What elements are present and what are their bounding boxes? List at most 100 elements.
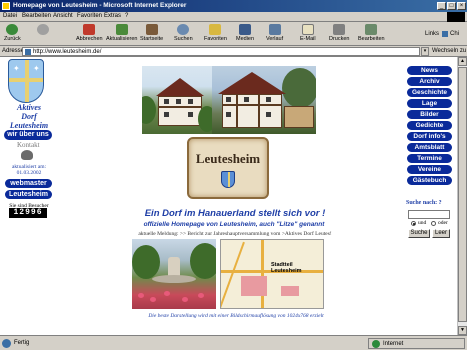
nav-bilder[interactable]: Bilder [407,110,452,119]
scroll-thumb[interactable] [458,67,467,322]
map-label-2: Leutesheim [271,268,302,274]
search-or-label: oder [438,220,448,226]
print-icon [333,24,346,35]
coat-of-arms-icon: ✦ ✦ [8,59,44,103]
search-icon [177,24,190,35]
visitor-counter: 12996 [9,208,47,218]
media-button[interactable]: Medien [236,24,254,42]
back-arrow-icon [6,24,19,35]
nav-termine[interactable]: Termine [407,154,452,163]
scroll-up-icon[interactable]: ▲ [458,57,467,66]
search-and-label: und [418,220,427,226]
mail-icon [301,24,314,35]
page-headline: Ein Dorf im Hanauerland stellt sich vor … [144,208,326,219]
menu-bar: Datei Bearbeiten Ansicht Favoriten Extra… [0,12,467,22]
back-button[interactable]: Zurück [4,24,21,42]
globe-icon [372,340,380,348]
nav-news[interactable]: News [407,66,452,75]
contact-link[interactable]: Kontakt [17,141,40,149]
go-button[interactable]: Wechseln zu [432,48,466,54]
village-sign-text: Leutesheim [195,151,261,166]
scroll-down-icon[interactable]: ▼ [458,326,467,335]
menu-favoriten[interactable]: Favoriten [77,13,102,19]
stop-icon [83,24,96,35]
village-house-photo [142,66,212,134]
search-input[interactable] [408,210,450,219]
edit-icon [365,24,378,35]
page-content: ✦ ✦ Aktives Dorf Leutesheim wir über uns… [0,57,457,335]
menu-bearbeiten[interactable]: Bearbeiten [22,13,51,19]
favorites-button[interactable]: Favoriten [204,24,227,42]
minimize-button[interactable]: _ [437,2,446,10]
close-button[interactable]: × [457,2,466,10]
mail-button[interactable]: E-Mail [300,24,316,42]
favorites-icon [209,24,222,35]
news-ticker-link[interactable]: aktuelle Meldung: >> Bericht zur Jahresh… [130,231,340,237]
address-bar: Adresse http://www.leutesheim.de/ ▾ Wech… [0,46,467,57]
links-extra[interactable]: Chi [450,31,459,37]
stop-button[interactable]: Abbrechen [76,24,103,42]
nav-lage[interactable]: Lage [407,99,452,108]
nav-dorf-infos[interactable]: Dorf info's [407,132,452,141]
refresh-icon [115,24,128,35]
ie-link-icon [442,31,448,37]
village-sign-image: Leutesheim [187,137,269,199]
links-label[interactable]: Links [425,31,439,37]
site-title-line1: Aktives [17,103,41,112]
menu-help[interactable]: ? [125,13,128,19]
webmaster-button[interactable]: webmaster [5,179,52,188]
page-subheadline: offizielle Homepage von Leutesheim, auch… [143,221,325,228]
half-timbered-house-photo [212,66,316,134]
security-zone: Internet [368,338,465,349]
forward-arrow-icon [37,24,49,35]
ie-status-icon [2,339,11,348]
coat-of-arms-icon [221,171,235,188]
nav-gaestebuch[interactable]: Gästebuch [407,176,452,185]
search-button[interactable]: Suchen [174,24,193,42]
home-button[interactable]: Startseite [140,24,163,42]
status-bar: Fertig Internet [0,335,467,350]
search-title: Suche nach: ? [406,200,442,206]
window-titlebar: Homepage von Leutesheim - Microsoft Inte… [0,0,467,12]
maximize-button[interactable]: □ [447,2,456,10]
forward-button[interactable] [37,24,49,36]
address-url: http://www.leutesheim.de/ [33,49,102,55]
leutesheim-button[interactable]: Leutesheim [5,190,52,199]
history-button[interactable]: Verlauf [266,24,283,42]
address-input[interactable]: http://www.leutesheim.de/ [22,47,420,56]
print-button[interactable]: Drucken [329,24,349,42]
menu-ansicht[interactable]: Ansicht [53,13,73,19]
vertical-scrollbar[interactable]: ▲ ▼ [457,57,467,335]
nav-vereine[interactable]: Vereine [407,165,452,174]
home-icon [145,24,158,35]
resolution-hint: Die beste Darstellung wird mit einer Bil… [148,313,324,319]
nav-gedichte[interactable]: Gedichte [407,121,452,130]
page-icon [25,49,31,55]
nav-archiv[interactable]: Archiv [407,77,452,86]
window-title: Homepage von Leutesheim - Microsoft Inte… [13,2,187,9]
search-clear-button[interactable]: Leer [432,229,450,238]
contact-icon[interactable] [21,150,33,160]
fountain-photo [132,239,216,309]
search-and-radio[interactable] [411,221,416,226]
search-or-radio[interactable] [431,221,436,226]
nav-amtsblatt[interactable]: Amtsblatt [407,143,452,152]
history-icon [268,24,281,35]
edit-button[interactable]: Bearbeiten [358,24,385,42]
address-dropdown-icon[interactable]: ▾ [421,47,429,56]
site-title-line2: Dorf [21,112,37,121]
about-us-button[interactable]: wir über uns [4,130,52,140]
media-icon [239,24,252,35]
ie-app-icon [2,2,10,10]
menu-extras[interactable]: Extras [104,13,121,19]
location-map[interactable]: Stadtteil Leutesheim [220,239,324,309]
search-submit-button[interactable]: Suche [408,229,430,238]
site-title-line3: Leutesheim [9,121,49,130]
status-text: Fertig [14,340,30,346]
zone-label: Internet [383,341,404,347]
menu-datei[interactable]: Datei [3,13,17,19]
address-label: Adresse [2,48,25,54]
toolbar: Zurück Abbrechen Aktualisieren Startseit… [0,22,467,46]
refresh-button[interactable]: Aktualisieren [106,24,138,42]
nav-geschichte[interactable]: Geschichte [407,88,452,97]
